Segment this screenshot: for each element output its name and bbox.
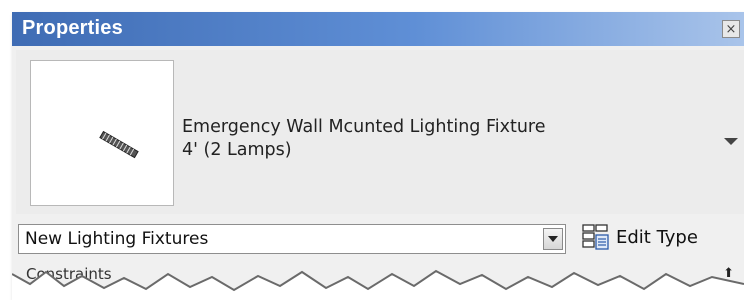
type-name-line2: 4' (2 Lamps) xyxy=(182,140,292,160)
type-selector-arrow-icon[interactable] xyxy=(724,138,738,145)
title-bar[interactable]: Properties × xyxy=(12,12,744,46)
panel-title: Properties xyxy=(22,17,123,39)
type-selector[interactable]: Emergency Wall Mcunted Lighting Fixture … xyxy=(16,50,744,214)
collapse-section-icon[interactable]: ⬆ xyxy=(723,266,734,281)
type-name-line1: Emergency Wall Mcunted Lighting Fixture xyxy=(182,117,546,137)
type-preview-image xyxy=(30,60,174,206)
instance-filter-value: New Lighting Fixtures xyxy=(25,229,209,249)
edit-type-label: Edit Type xyxy=(616,227,698,248)
chevron-down-icon[interactable] xyxy=(543,228,563,250)
instance-filter-row: New Lighting Fixtures Edit Type xyxy=(12,218,744,262)
close-button[interactable]: × xyxy=(722,20,740,38)
instance-filter-dropdown[interactable]: New Lighting Fixtures xyxy=(18,224,566,254)
type-name: Emergency Wall Mcunted Lighting Fixture … xyxy=(182,116,546,162)
close-icon: × xyxy=(725,22,737,37)
properties-palette: Properties × Emergency Wall Mcunted Ligh… xyxy=(12,12,744,300)
torn-edge xyxy=(12,269,744,300)
edit-type-icon xyxy=(582,224,609,250)
wall-light-fixture-icon xyxy=(99,130,139,159)
edit-type-button[interactable]: Edit Type xyxy=(578,222,744,256)
